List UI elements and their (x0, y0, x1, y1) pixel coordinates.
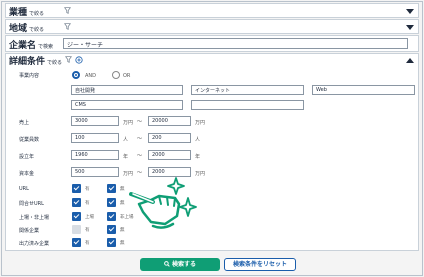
filter-region-hint: で絞る (29, 27, 45, 33)
business-keyword-3[interactable]: Web (312, 85, 415, 95)
employees-unit-from: 人 (123, 137, 129, 143)
filter-company-label: 企業名 (9, 41, 37, 51)
sales-unit-from: 万円 (123, 120, 134, 126)
check-exported-no[interactable] (107, 238, 116, 247)
check-listed-yes-label: 上場 (85, 215, 94, 220)
radio-or[interactable] (112, 71, 120, 79)
chevron-down-icon[interactable] (406, 25, 414, 30)
founded-label: 設立年 (19, 154, 35, 160)
check-url-yes-label: 有 (85, 187, 90, 192)
filter-region-label: 地域 (9, 24, 28, 34)
filter-icon (64, 23, 71, 30)
sales-sep: 〜 (137, 119, 143, 125)
chevron-down-icon[interactable] (406, 9, 414, 14)
check-exported-yes[interactable] (72, 238, 81, 247)
filter-industry[interactable]: 業種 で絞る (5, 3, 419, 18)
business-keyword-2[interactable]: インターネット (191, 85, 304, 95)
employees-to[interactable]: 200 (148, 133, 191, 143)
radio-and[interactable] (72, 71, 80, 79)
filter-company-hint: で検索 (38, 44, 54, 50)
filter-industry-label: 業種 (9, 8, 28, 18)
business-keyword-4[interactable]: CMS (71, 100, 183, 110)
check-exported-yes-label: 有 (85, 241, 90, 246)
sales-to[interactable]: 20000 (148, 116, 191, 126)
employees-sep: 〜 (137, 136, 143, 142)
employees-label: 従業員数 (19, 137, 40, 143)
radio-or-label: OR (123, 73, 131, 79)
business-keyword-5[interactable] (191, 100, 304, 110)
check-related-no-label: 無 (120, 228, 125, 233)
check-contact-no-label: 無 (120, 201, 125, 206)
chevron-up-icon[interactable] (406, 58, 414, 63)
founded-unit-from: 年 (123, 154, 129, 160)
search-button-label: 検索する (171, 261, 196, 268)
detail-panel: 事業内容 AND OR 自社開発 インターネット Web CMS 売上 3000… (5, 65, 419, 251)
capital-sep: 〜 (137, 170, 143, 176)
check-url-label: URL (19, 186, 29, 192)
founded-unit-to: 年 (195, 154, 201, 160)
radio-and-label: AND (85, 73, 97, 79)
search-icon (164, 261, 170, 267)
footer-bar: 検索する 検索条件をリセット (5, 252, 419, 274)
check-exported-label: 出力済み企業 (19, 241, 50, 247)
check-contact-yes-label: 有 (85, 201, 90, 206)
check-related-label: 関係企業 (19, 228, 40, 234)
sales-from[interactable]: 3000 (71, 116, 119, 126)
capital-from[interactable]: 500 (71, 167, 119, 177)
check-contact-no[interactable] (107, 198, 116, 207)
reset-button[interactable]: 検索条件をリセット (224, 258, 296, 271)
filter-icon (64, 7, 71, 14)
search-button[interactable]: 検索する (140, 258, 220, 271)
check-listed-label: 上場・非上場 (19, 215, 50, 221)
filter-company: 企業名 で検索 ジー・サーチ (5, 35, 419, 52)
business-label: 事業内容 (19, 73, 40, 79)
check-contact-yes[interactable] (72, 198, 81, 207)
founded-sep: 〜 (137, 153, 143, 159)
sales-label: 売上 (19, 120, 30, 126)
check-listed-yes[interactable] (72, 212, 81, 221)
filter-region[interactable]: 地域 で絞る (5, 19, 419, 34)
check-related-yes-label: 有 (85, 228, 90, 233)
check-exported-no-label: 無 (120, 241, 125, 246)
filter-industry-hint: で絞る (29, 11, 45, 17)
founded-from[interactable]: 1960 (71, 150, 119, 160)
check-listed-no[interactable] (107, 212, 116, 221)
pointing-hand-icon (129, 177, 197, 229)
check-url-no-label: 無 (120, 187, 125, 192)
check-contact-label: 問合せURL (19, 201, 44, 207)
business-keyword-1[interactable]: 自社開発 (71, 85, 183, 95)
info-icon[interactable] (75, 56, 83, 64)
check-url-no[interactable] (107, 184, 116, 193)
check-related-no[interactable] (107, 225, 116, 234)
employees-unit-to: 人 (195, 137, 201, 143)
check-related-yes[interactable] (72, 225, 81, 234)
founded-to[interactable]: 2000 (148, 150, 191, 160)
capital-label: 資本金 (19, 171, 35, 177)
filter-icon (65, 56, 72, 63)
check-url-yes[interactable] (72, 184, 81, 193)
employees-from[interactable]: 100 (71, 133, 119, 143)
sales-unit-to: 万円 (195, 120, 206, 126)
company-name-input[interactable]: ジー・サーチ (63, 38, 408, 49)
